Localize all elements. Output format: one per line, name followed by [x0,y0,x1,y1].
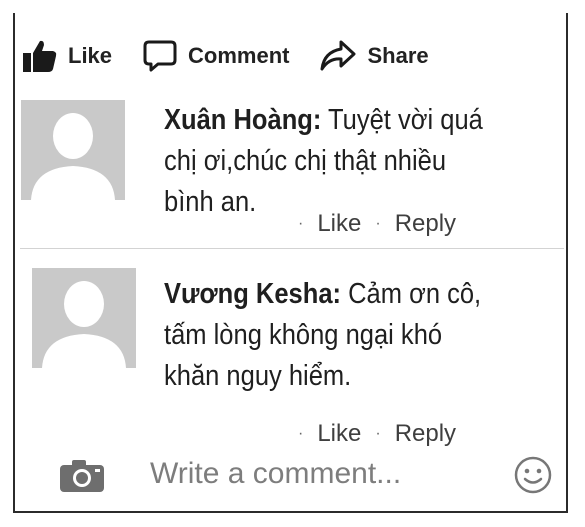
post-action-bar: Like Comment Share [22,38,429,74]
separator-dot: · [298,215,304,232]
smiley-icon[interactable] [513,455,553,495]
comment-composer [58,455,558,495]
comment-reply-link[interactable]: Reply [395,420,456,448]
speech-bubble-icon [143,40,177,72]
comment-action-label: Comment [188,43,290,68]
commenter-name[interactable]: Vương Kesha: [164,278,341,310]
separator-dot: · [298,425,304,442]
comment-text: Vương Kesha: Cảm ơn cô, tấm lòng không n… [164,274,481,397]
comment-reply-link[interactable]: Reply [395,210,456,238]
avatar[interactable] [32,268,136,368]
comment-line: Cảm ơn cô, [348,278,482,310]
thumbs-up-icon [23,40,57,72]
comment-like-link[interactable]: Like [317,420,361,448]
comment-line: tấm lòng không ngại khó [164,319,443,351]
comment-meta: · Like · Reply [298,210,456,238]
default-user-icon [32,268,136,368]
share-arrow-icon [320,40,356,71]
camera-icon[interactable] [58,458,106,494]
default-user-icon [21,100,125,200]
comment-panel-frame [13,13,568,513]
comment-meta: · Like · Reply [298,420,456,448]
share-action-label: Share [367,43,429,68]
comment-text: Xuân Hoàng: Tuyệt vời quá chị ơi,chúc ch… [164,100,483,223]
comment-line: khăn nguy hiểm. [164,360,352,392]
comment-action-button[interactable]: Comment [142,39,289,73]
comment-line: chị ơi,chúc chị thật nhiều [164,145,447,177]
like-action-label: Like [68,43,113,68]
avatar[interactable] [21,100,125,200]
comment-line: Tuyệt vời quá [328,104,483,136]
comment-divider [20,248,564,249]
share-action-button[interactable]: Share [319,39,429,73]
separator-dot: · [375,425,381,442]
separator-dot: · [375,215,381,232]
comment-like-link[interactable]: Like [317,210,361,238]
commenter-name[interactable]: Xuân Hoàng: [164,104,321,136]
comment-input[interactable] [150,455,495,493]
like-action-button[interactable]: Like [22,38,112,74]
